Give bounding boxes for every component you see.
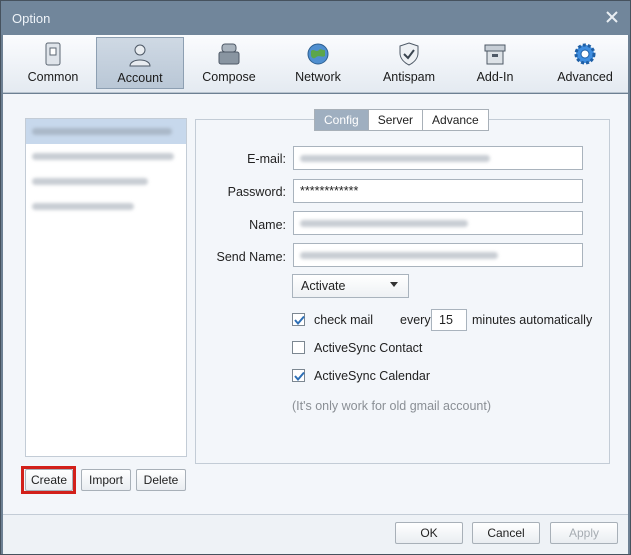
gmail-note: (It's only work for old gmail account)	[292, 399, 491, 413]
toolbar-compose[interactable]: Compose	[189, 37, 269, 89]
check-mail-label: check mail	[314, 313, 374, 327]
send-name-field[interactable]	[293, 243, 583, 267]
interval-suffix-label: minutes automatically	[472, 313, 593, 327]
box-icon	[484, 44, 506, 65]
toolbar-label-account: Account	[117, 71, 163, 85]
title-bar: Option	[1, 1, 630, 35]
device-icon	[45, 42, 61, 66]
toolbar-advanced[interactable]: Advanced	[545, 37, 625, 89]
account-list-item[interactable]	[26, 169, 186, 194]
option-window: Option Common Account Compose Network An…	[0, 0, 631, 555]
send-name-label: Send Name:	[216, 250, 286, 264]
toolbar-label-common: Common	[27, 70, 79, 84]
mode-select[interactable]: Activate	[292, 274, 409, 298]
toolbar-label-compose: Compose	[202, 70, 256, 84]
password-label: Password:	[227, 185, 286, 199]
apply-button[interactable]: Apply	[550, 522, 618, 544]
chevron-down-icon	[390, 282, 398, 287]
activesync-contact-label: ActiveSync Contact	[314, 341, 423, 355]
toolbar-antispam[interactable]: Antispam	[369, 37, 449, 89]
toolbar-label-advanced: Advanced	[557, 70, 613, 84]
close-icon[interactable]	[604, 9, 620, 25]
option-toolbar: Common Account Compose Network Antispam …	[3, 35, 628, 93]
shield-icon	[399, 42, 419, 66]
name-label: Name:	[249, 218, 286, 232]
toolbar-account[interactable]: Account	[96, 37, 184, 89]
gear-icon	[574, 43, 596, 65]
email-label: E-mail:	[247, 152, 286, 166]
toolbar-addin[interactable]: Add-In	[455, 37, 535, 89]
account-list-item[interactable]	[26, 194, 186, 219]
account-list-item[interactable]	[26, 144, 186, 169]
delete-button[interactable]: Delete	[136, 469, 186, 491]
content-area: Create Import Delete Config Server Advan…	[3, 94, 628, 514]
tab-server[interactable]: Server	[367, 109, 424, 131]
import-button[interactable]: Import	[81, 469, 131, 491]
tab-advance[interactable]: Advance	[422, 109, 489, 131]
activesync-calendar-checkbox[interactable]	[292, 369, 305, 382]
compose-icon	[218, 43, 240, 65]
checkmark-icon	[294, 371, 305, 382]
account-list[interactable]	[25, 118, 187, 457]
toolbar-label-addin: Add-In	[476, 70, 514, 84]
interval-input[interactable]: 15	[431, 309, 467, 331]
toolbar-label-antispam: Antispam	[382, 70, 436, 84]
dialog-footer: OK Cancel Apply	[3, 514, 628, 554]
toolbar-network[interactable]: Network	[279, 37, 357, 89]
tab-bar: Config Server Advance	[314, 109, 489, 131]
toolbar-common[interactable]: Common	[13, 37, 93, 89]
name-field[interactable]	[293, 211, 583, 235]
toolbar-label-network: Network	[295, 70, 341, 84]
cancel-button[interactable]: Cancel	[472, 522, 540, 544]
tab-config[interactable]: Config	[314, 109, 369, 131]
window-title: Option	[12, 11, 51, 26]
email-field[interactable]	[293, 146, 583, 170]
ok-button[interactable]: OK	[395, 522, 463, 544]
activesync-contact-checkbox[interactable]	[292, 341, 305, 354]
mode-select-value: Activate	[301, 279, 346, 293]
checkmark-icon	[294, 315, 305, 326]
create-button[interactable]: Create	[25, 469, 73, 491]
globe-icon	[307, 43, 329, 65]
every-label: every	[400, 313, 431, 327]
activesync-calendar-label: ActiveSync Calendar	[314, 369, 431, 383]
check-mail-checkbox[interactable]	[292, 313, 305, 326]
user-icon	[129, 44, 151, 67]
account-list-item[interactable]	[26, 119, 186, 144]
password-field[interactable]: ************	[293, 179, 583, 203]
